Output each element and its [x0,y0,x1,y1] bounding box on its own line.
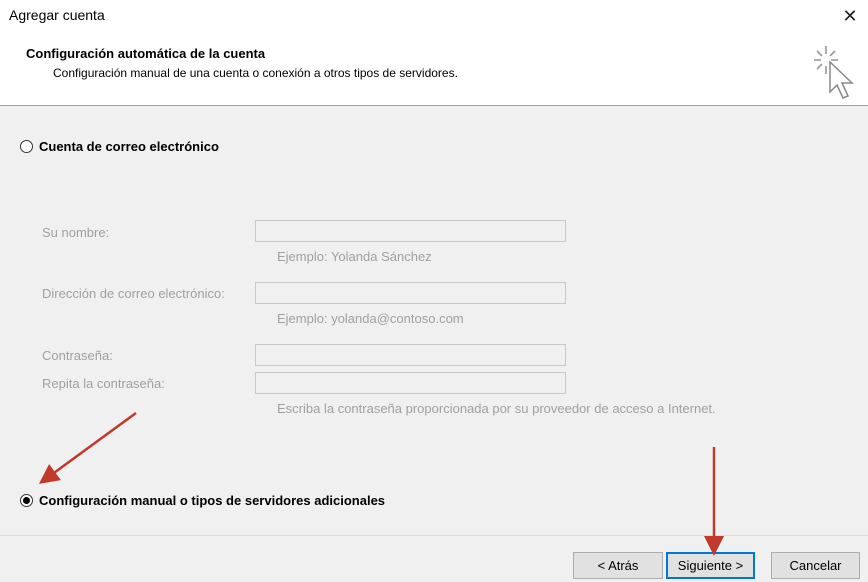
cursor-sparkle-icon [814,46,854,99]
email-hint: Ejemplo: yolanda@contoso.com [277,311,464,326]
repeat-password-label: Repita la contraseña: [42,376,165,391]
name-label: Su nombre: [42,225,110,240]
cancel-button[interactable]: Cancelar [771,552,860,579]
email-account-radio[interactable] [20,140,33,153]
email-field[interactable] [255,282,566,304]
close-icon[interactable]: ✕ [832,0,868,32]
annotation-arrow-radio [38,411,137,484]
footer-divider [0,535,868,536]
wizard-header: Configuración automática de la cuenta Co… [0,36,868,106]
password-hint: Escriba la contraseña proporcionada por … [277,401,716,416]
email-account-label[interactable]: Cuenta de correo electrónico [39,139,219,154]
header-title: Configuración automática de la cuenta [26,46,266,61]
repeat-password-field[interactable] [255,372,566,394]
title-bar: Agregar cuenta ✕ [0,0,868,36]
name-field[interactable] [255,220,566,242]
window-title: Agregar cuenta [9,7,105,23]
manual-config-label[interactable]: Configuración manual o tipos de servidor… [39,493,385,508]
password-field[interactable] [255,344,566,366]
password-label: Contraseña: [42,348,113,363]
name-hint: Ejemplo: Yolanda Sánchez [277,249,432,264]
manual-config-radio[interactable] [20,494,33,507]
header-subtitle: Configuración manual de una cuenta o con… [53,66,458,80]
back-button[interactable]: < Atrás [573,552,663,579]
email-label: Dirección de correo electrónico: [42,286,225,301]
next-button[interactable]: Siguiente > [666,552,755,579]
